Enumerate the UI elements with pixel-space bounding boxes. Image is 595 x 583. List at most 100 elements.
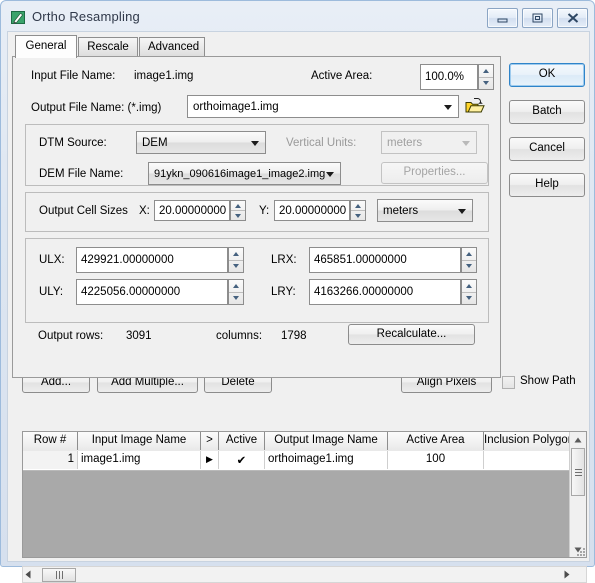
lrx-spinner[interactable] (461, 247, 477, 273)
dem-file-label: DEM File Name: (39, 168, 124, 180)
uly-spinner-down[interactable] (229, 293, 243, 305)
tab-general[interactable]: General (15, 35, 77, 58)
cell-y-input[interactable]: 20.00000000 (274, 200, 350, 221)
cell-active-area[interactable]: 100 (388, 451, 484, 469)
table-vertical-scroll-thumb[interactable] (571, 448, 585, 496)
general-tab-panel: Input File Name: image1.img Active Area:… (12, 56, 501, 378)
ortho-app-icon (11, 10, 26, 25)
table-vertical-scrollbar[interactable] (569, 432, 586, 557)
col-marker[interactable]: > (201, 432, 219, 450)
lry-spinner[interactable] (461, 279, 477, 305)
show-path-label[interactable]: Show Path (520, 375, 576, 387)
col-input-image[interactable]: Input Image Name (78, 432, 201, 450)
input-file-value: image1.img (134, 70, 194, 82)
input-file-label: Input File Name: (31, 70, 116, 82)
cell-x-spinner-down[interactable] (231, 211, 245, 220)
col-active[interactable]: Active (219, 432, 265, 450)
col-row-number[interactable]: Row # (23, 432, 78, 450)
cell-y-spinner-down[interactable] (351, 211, 365, 220)
col-active-area[interactable]: Active Area (388, 432, 484, 450)
ulx-input[interactable]: 429921.00000000 (76, 247, 228, 273)
minimize-icon (497, 14, 508, 23)
cancel-button-label: Cancel (529, 142, 565, 155)
cell-y-spinner-up[interactable] (351, 201, 365, 211)
window-title: Ortho Resampling (32, 9, 140, 24)
output-file-label: Output File Name: (*.img) (31, 102, 162, 114)
client-area: General Rescale Advanced Input File Name… (7, 31, 590, 583)
cell-units-combo[interactable]: meters (377, 199, 473, 222)
cell-x-spinner-up[interactable] (231, 201, 245, 211)
uly-spinner-up[interactable] (229, 280, 243, 293)
cell-marker: ▶ (201, 451, 219, 469)
table-row[interactable]: 1 image1.img ▶ ✔ orthoimage1.img 100 (23, 451, 586, 471)
columns-value: 1798 (281, 330, 307, 342)
tab-general-label: General (25, 40, 67, 52)
titlebar: Ortho Resampling (1, 1, 595, 31)
open-folder-icon[interactable] (465, 96, 485, 118)
window-controls (487, 8, 588, 28)
col-inclusion-polygon[interactable]: Inclusion Polygon Nar (484, 432, 571, 450)
image-list-table[interactable]: Row # Input Image Name > Active Output I… (22, 431, 587, 558)
ok-button[interactable]: OK (509, 63, 585, 87)
tab-advanced[interactable]: Advanced (139, 37, 205, 57)
chevron-down-icon (251, 141, 259, 146)
add-multiple-button-label: Add Multiple... (111, 375, 184, 388)
lry-spinner-down[interactable] (462, 293, 476, 305)
active-area-input[interactable]: 100.0% (420, 64, 478, 90)
cell-inclusion-polygon[interactable] (484, 451, 571, 469)
chevron-down-icon (444, 105, 452, 110)
output-file-combo[interactable]: orthoimage1.img (187, 95, 459, 118)
cell-x-label: X: (139, 205, 150, 217)
dtm-source-combo[interactable]: DEM (136, 131, 266, 154)
close-icon (567, 13, 579, 23)
vertical-units-combo: meters (381, 131, 477, 154)
ulx-spinner-up[interactable] (229, 248, 243, 261)
show-path-checkbox[interactable] (502, 376, 515, 389)
properties-button-label: Properties... (403, 166, 466, 179)
scroll-up-arrow-icon[interactable] (570, 432, 586, 447)
uly-spinner[interactable] (228, 279, 244, 305)
close-button[interactable] (557, 8, 588, 28)
vertical-units-label: Vertical Units: (286, 137, 357, 149)
scroll-right-arrow-icon[interactable] (564, 570, 570, 582)
lry-input[interactable]: 4163266.00000000 (309, 279, 461, 305)
lrx-spinner-up[interactable] (462, 248, 476, 261)
table-horizontal-scroll-thumb[interactable] (42, 568, 76, 582)
tab-rescale[interactable]: Rescale (78, 37, 138, 57)
scroll-left-arrow-icon[interactable] (25, 570, 31, 582)
uly-input[interactable]: 4225056.00000000 (76, 279, 228, 305)
add-button-label: Add... (40, 375, 72, 388)
ulx-spinner-down[interactable] (229, 261, 243, 273)
cell-x-spinner[interactable] (230, 200, 246, 221)
lry-spinner-up[interactable] (462, 280, 476, 293)
lrx-spinner-down[interactable] (462, 261, 476, 273)
cell-y-label: Y: (259, 205, 270, 217)
ulx-spinner[interactable] (228, 247, 244, 273)
active-area-spinner-down[interactable] (479, 78, 493, 90)
ortho-resampling-window: Ortho Resampling General Rescale Advance… (0, 0, 595, 583)
active-area-spinner[interactable] (478, 64, 494, 90)
cell-output-image[interactable]: orthoimage1.img (265, 451, 388, 469)
cell-y-spinner[interactable] (350, 200, 366, 221)
table-horizontal-scrollbar[interactable] (22, 566, 587, 583)
batch-button-label: Batch (532, 105, 562, 118)
extent-group: ULX: 429921.00000000 LRX: 465851.0000000… (25, 238, 489, 323)
lrx-input[interactable]: 465851.00000000 (309, 247, 461, 273)
align-pixels-button-label: Align Pixels (416, 375, 477, 388)
cell-active[interactable]: ✔ (219, 451, 265, 469)
minimize-button[interactable] (487, 8, 518, 28)
maximize-button[interactable] (522, 8, 553, 28)
cell-input-image[interactable]: image1.img (78, 451, 201, 469)
dem-file-combo[interactable]: 91ykn_090616image1_image2.img (148, 162, 341, 185)
col-output-image[interactable]: Output Image Name (265, 432, 388, 450)
cell-x-input[interactable]: 20.00000000 (154, 200, 230, 221)
cancel-button[interactable]: Cancel (509, 137, 585, 161)
recalculate-button[interactable]: Recalculate... (348, 324, 475, 345)
batch-button[interactable]: Batch (509, 100, 585, 124)
resize-grip-icon[interactable] (574, 546, 586, 558)
table-header-row: Row # Input Image Name > Active Output I… (23, 432, 586, 452)
output-rows-label: Output rows: (38, 330, 104, 342)
help-button[interactable]: Help (509, 173, 585, 197)
scroll-grip-icon (574, 467, 582, 478)
active-area-spinner-up[interactable] (479, 65, 493, 78)
